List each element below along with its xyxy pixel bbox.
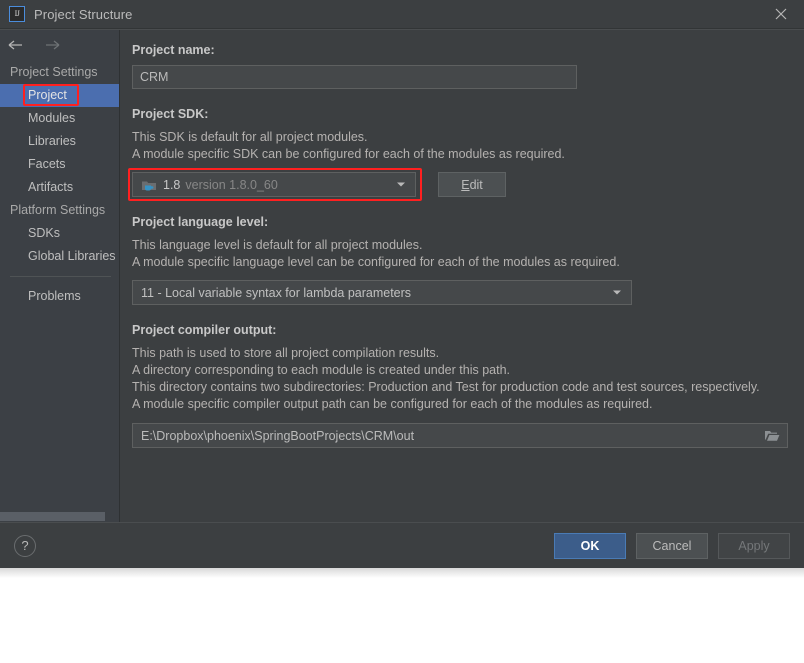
sidebar-item-modules[interactable]: Modules: [0, 107, 119, 130]
sidebar-item-label: Facets: [28, 157, 66, 171]
dialog-button-bar: ? OK Cancel Apply: [0, 522, 804, 568]
language-level-label: Project language level:: [132, 215, 269, 229]
sidebar-item-label: Global Libraries: [28, 249, 116, 263]
project-name-input[interactable]: CRM: [132, 65, 577, 89]
project-settings-panel: Project name: CRM Project SDK: This SDK …: [120, 30, 804, 522]
edit-button-label-rest: dit: [469, 177, 483, 192]
project-structure-dialog: Project Structure: [0, 0, 804, 568]
window-title: Project Structure: [34, 6, 133, 22]
sidebar-item-label: Artifacts: [28, 180, 74, 194]
project-sdk-version: version 1.8.0_60: [185, 177, 278, 192]
language-level-value: 11 - Local variable syntax for lambda pa…: [141, 285, 412, 300]
sidebar-item-libraries[interactable]: Libraries: [0, 130, 119, 153]
dialog-body: Project Settings Project Modules Librari…: [0, 29, 804, 522]
language-level-desc-1: This language level is default for all p…: [132, 238, 423, 252]
compiler-output-desc-4: A module specific compiler output path c…: [132, 397, 653, 411]
sidebar-item-global-libraries[interactable]: Global Libraries: [0, 245, 119, 268]
ok-button[interactable]: OK: [554, 532, 626, 559]
sidebar-item-facets[interactable]: Facets: [0, 153, 119, 176]
compiler-output-desc-1: This path is used to store all project c…: [132, 346, 440, 360]
settings-sidebar: Project Settings Project Modules Librari…: [0, 30, 120, 522]
project-name-label: Project name:: [132, 43, 215, 57]
edit-button-mnemonic: E: [461, 177, 470, 192]
edit-sdk-button[interactable]: Edit: [438, 172, 506, 197]
sidebar-item-label: Libraries: [28, 134, 76, 148]
sidebar-item-artifacts[interactable]: Artifacts: [0, 176, 119, 199]
project-sdk-name: 1.8: [163, 177, 181, 192]
chevron-down-icon[interactable]: [391, 173, 411, 196]
nav-group-platform-settings: Platform Settings: [10, 203, 106, 217]
project-sdk-row: 1.8 version 1.8.0_60 Edit: [128, 168, 792, 201]
folder-open-icon[interactable]: [764, 428, 780, 444]
sidebar-item-label: SDKs: [28, 226, 60, 240]
project-sdk-label: Project SDK:: [132, 107, 209, 121]
sidebar-horizontal-scrollbar[interactable]: [0, 511, 119, 522]
dialog-actions: OK Cancel Apply: [554, 532, 790, 559]
compiler-output-desc-3: This directory contains two subdirectori…: [132, 380, 760, 394]
compiler-output-label: Project compiler output:: [132, 323, 277, 337]
project-sdk-desc-2: A module specific SDK can be configured …: [132, 147, 565, 161]
sidebar-item-sdks[interactable]: SDKs: [0, 222, 119, 245]
language-level-dropdown[interactable]: 11 - Local variable syntax for lambda pa…: [132, 280, 632, 305]
chevron-down-icon[interactable]: [607, 281, 627, 304]
intellij-idea-icon: [9, 6, 25, 22]
sidebar-item-label: Project: [28, 88, 67, 102]
desktop-background: [0, 568, 804, 663]
cancel-button[interactable]: Cancel: [636, 532, 708, 559]
sidebar-item-label: Modules: [28, 111, 76, 125]
project-sdk-desc-1: This SDK is default for all project modu…: [132, 130, 368, 144]
close-icon[interactable]: [758, 0, 804, 28]
scrollbar-thumb[interactable]: [0, 512, 105, 521]
sidebar-item-problems[interactable]: Problems: [0, 285, 119, 308]
apply-button[interactable]: Apply: [718, 532, 790, 559]
window-shadow: [0, 568, 804, 578]
help-button[interactable]: ?: [14, 534, 36, 557]
project-sdk-dropdown[interactable]: 1.8 version 1.8.0_60: [132, 172, 416, 197]
arrow-left-icon[interactable]: [6, 35, 26, 55]
navigation-arrows: [0, 30, 119, 60]
title-bar: Project Structure: [0, 0, 804, 29]
compiler-output-input[interactable]: E:\Dropbox\phoenix\SpringBootProjects\CR…: [132, 423, 788, 448]
sidebar-item-label: Problems: [28, 289, 81, 303]
project-name-value: CRM: [140, 70, 169, 84]
language-level-desc-2: A module specific language level can be …: [132, 255, 620, 269]
sidebar-item-project[interactable]: Project: [0, 84, 119, 107]
settings-nav-list: Project Settings Project Modules Librari…: [0, 60, 119, 308]
compiler-output-desc-2: A directory corresponding to each module…: [132, 363, 510, 377]
arrow-right-icon[interactable]: [42, 35, 62, 55]
jdk-icon: [141, 177, 157, 193]
sidebar-divider: [10, 276, 111, 277]
nav-group-project-settings: Project Settings: [10, 65, 98, 79]
compiler-output-value: E:\Dropbox\phoenix\SpringBootProjects\CR…: [141, 428, 415, 443]
